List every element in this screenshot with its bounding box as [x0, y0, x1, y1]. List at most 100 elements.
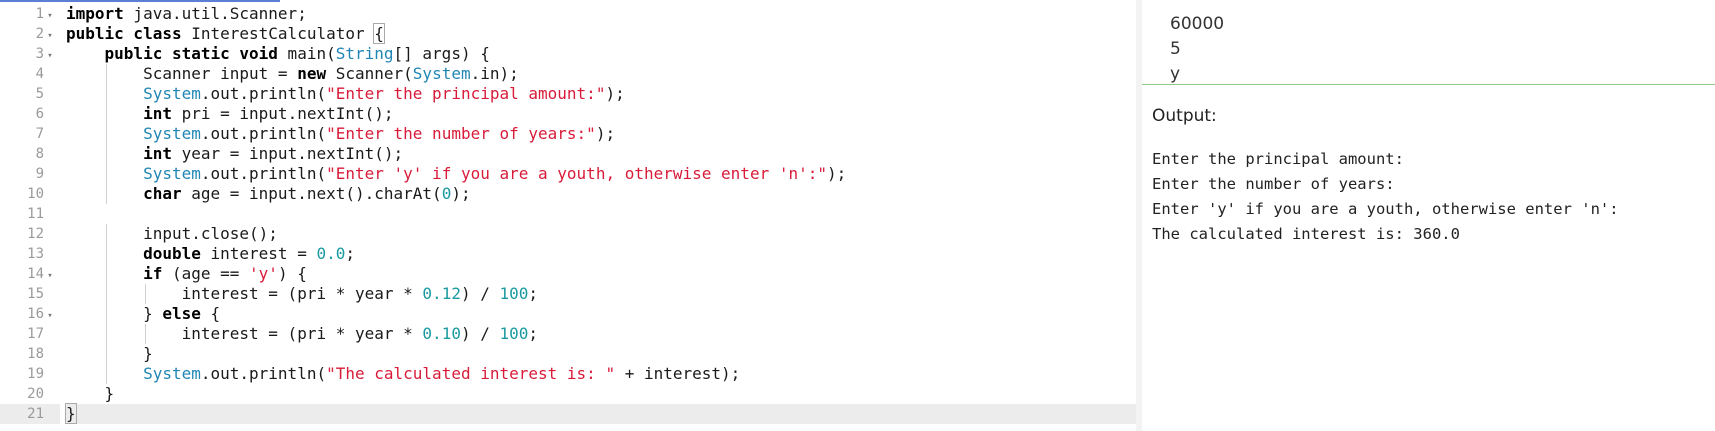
code-line[interactable]: char age = input.next().charAt(0);	[66, 184, 1136, 204]
indent-guide	[106, 224, 108, 244]
code-line[interactable]	[66, 204, 1136, 224]
code-token: }	[66, 384, 115, 403]
output-label: Output:	[1152, 106, 1217, 126]
code-line[interactable]: int year = input.nextInt();	[66, 144, 1136, 164]
code-token: double	[143, 244, 201, 263]
line-number: 19	[27, 366, 44, 382]
code-line[interactable]: } else {	[66, 304, 1136, 324]
line-number: 2 ▾	[0, 24, 60, 44]
code-token: }	[65, 403, 77, 424]
fold-toggle-icon[interactable]: ▾	[44, 266, 56, 286]
indent-guide	[106, 124, 108, 144]
code-token: }	[66, 344, 153, 363]
line-number: 18	[27, 346, 44, 362]
code-line[interactable]: System.out.println("The calculated inter…	[66, 364, 1136, 384]
code-token: Scanner(	[326, 64, 413, 83]
code-line[interactable]: }	[66, 384, 1136, 404]
code-token: new	[297, 64, 327, 83]
code-token: interest =	[200, 244, 317, 263]
code-line[interactable]: System.out.println("Enter the principal …	[66, 84, 1136, 104]
line-number: 6	[35, 106, 44, 122]
code-line[interactable]: int pri = input.nextInt();	[66, 104, 1136, 124]
code-token: System	[143, 164, 201, 183]
code-line[interactable]: if (age == 'y') {	[66, 264, 1136, 284]
code-token: {	[373, 23, 385, 44]
code-token: String	[335, 44, 394, 63]
code-line[interactable]: double interest = 0.0;	[66, 244, 1136, 264]
code-line[interactable]: System.out.println("Enter 'y' if you are…	[66, 164, 1136, 184]
code-token: public static void	[104, 44, 278, 63]
code-token: import	[66, 4, 124, 23]
indent-guide	[106, 244, 108, 264]
code-token: interest = (pri * year *	[66, 284, 423, 303]
line-number: 8	[35, 146, 44, 162]
code-token: 0.0	[316, 244, 346, 263]
code-line[interactable]: public class InterestCalculator {	[66, 23, 1136, 44]
code-token: interest = (pri * year *	[66, 324, 423, 343]
code-token: System	[412, 64, 471, 83]
code-token: System	[143, 124, 201, 143]
code-line[interactable]: interest = (pri * year * 0.12) / 100;	[66, 284, 1136, 304]
code-line[interactable]: System.out.println("Enter the number of …	[66, 124, 1136, 144]
code-token: 100	[499, 284, 529, 303]
fold-toggle-icon[interactable]: ▾	[44, 306, 56, 326]
code-token: [] args) {	[393, 44, 490, 63]
indent-guide	[106, 144, 108, 164]
indent-guide	[106, 304, 108, 324]
code-token: int	[143, 104, 172, 123]
indent-guide	[106, 324, 108, 344]
io-separator	[1142, 84, 1715, 85]
indent-guide	[106, 104, 108, 124]
code-editor[interactable]: 1 ▾ 2 ▾ 3 ▾ 4 5 6 7 8 9 10 11 12 13 14 ▾ 15 16 ▾ 17 18 19 20 21 i…	[0, 0, 1136, 431]
code-token: 0.10	[422, 324, 461, 343]
code-token: "Enter the number of years:"	[326, 124, 596, 143]
code-token: main(	[277, 44, 336, 63]
code-line[interactable]: public static void main(String[] args) {	[66, 44, 1136, 64]
code-token: );	[605, 84, 625, 103]
stdin-input[interactable]: 60000 5 y	[1170, 12, 1224, 87]
code-token: }	[66, 304, 163, 323]
stdin-line[interactable]: 60000	[1170, 12, 1224, 37]
code-token: ;	[528, 324, 539, 343]
code-token: System	[143, 364, 201, 383]
line-number: 7	[35, 126, 44, 142]
code-line[interactable]: input.close();	[66, 224, 1136, 244]
output-line: Enter the number of years:	[1152, 175, 1395, 193]
fold-toggle-icon[interactable]: ▾	[44, 46, 56, 66]
output-line: Enter 'y' if you are a youth, otherwise …	[1152, 200, 1619, 218]
fold-toggle-icon[interactable]: ▾	[44, 6, 56, 26]
code-token: char	[143, 184, 182, 203]
code-token: .out.println(	[200, 164, 327, 183]
code-token: 100	[499, 324, 529, 343]
code-token: else	[162, 304, 201, 323]
io-panel: 60000 5 y Output: Enter the principal amou…	[1142, 0, 1715, 431]
code-token: "Enter 'y' if you are a youth, otherwise…	[326, 164, 827, 183]
code-token: .out.println(	[200, 124, 327, 143]
indent-guide	[106, 364, 108, 384]
code-token: java.util.Scanner;	[123, 4, 307, 23]
code-token: input.close();	[66, 224, 278, 243]
code-line[interactable]: }	[66, 344, 1136, 364]
output-line: Enter the principal amount:	[1152, 150, 1404, 168]
code-token: "The calculated interest is: "	[326, 364, 616, 383]
stdin-line[interactable]: 5	[1170, 37, 1224, 62]
code-line[interactable]: import java.util.Scanner;	[66, 4, 1136, 24]
line-number: 5	[35, 86, 44, 102]
line-number: 17	[27, 326, 44, 342]
code-token: if	[143, 264, 163, 283]
code-line[interactable]: Scanner input = new Scanner(System.in);	[66, 64, 1136, 84]
code-line[interactable]: }	[65, 403, 1136, 424]
line-number: 10	[27, 186, 44, 202]
code-token: ) /	[460, 284, 500, 303]
fold-toggle-icon[interactable]: ▾	[44, 26, 56, 46]
code-area[interactable]: import java.util.Scanner; public class In…	[65, 4, 1136, 424]
code-token: 'y'	[249, 264, 278, 283]
code-line[interactable]: interest = (pri * year * 0.10) / 100;	[66, 324, 1136, 344]
line-number: 4	[35, 66, 44, 82]
